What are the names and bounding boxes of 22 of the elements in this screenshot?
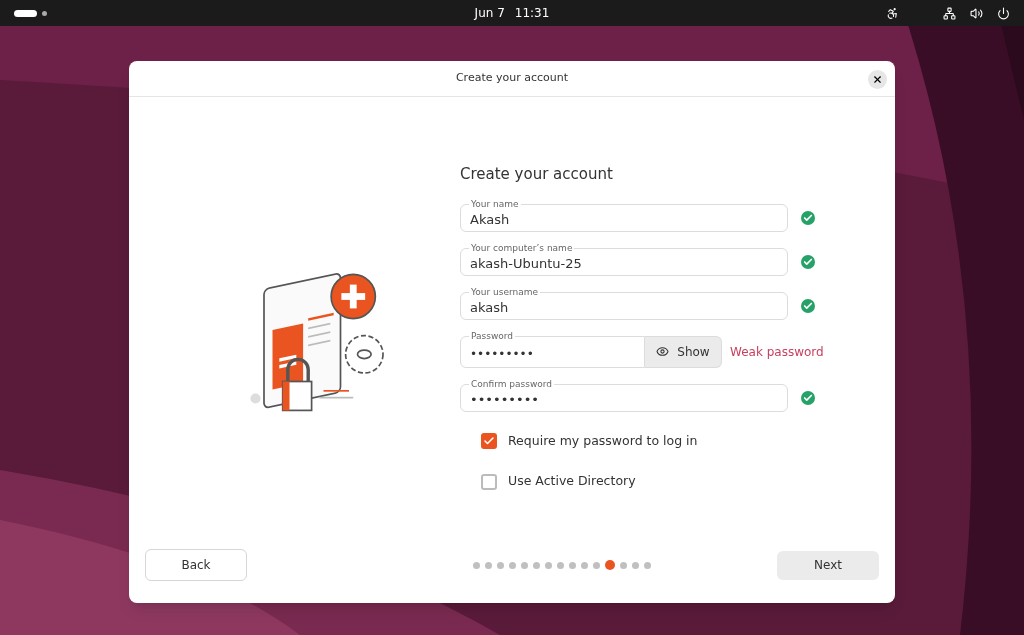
next-button[interactable]: Next: [777, 550, 879, 580]
password-strength: Weak password: [730, 343, 824, 361]
clock[interactable]: 11:31: [514, 4, 550, 22]
show-password-button[interactable]: Show: [645, 335, 722, 368]
close-icon: [872, 74, 883, 85]
form-heading: Create your account: [460, 164, 614, 185]
workspace-indicator[interactable]: [14, 9, 37, 17]
accessibility-icon[interactable]: [886, 6, 899, 20]
power-icon[interactable]: [997, 6, 1010, 20]
check-icon: [483, 434, 495, 447]
network-icon[interactable]: [943, 6, 956, 20]
date[interactable]: Jun 7: [474, 4, 505, 22]
close-button[interactable]: [868, 70, 887, 89]
checkbox-label: Require my password to log in: [508, 431, 698, 450]
eye-icon: [656, 345, 670, 358]
checkbox[interactable]: [481, 473, 497, 490]
checkbox-label: Use Active Directory: [508, 472, 636, 491]
workspace-indicator[interactable]: [42, 10, 47, 16]
volume-icon[interactable]: [970, 6, 983, 20]
back-button[interactable]: Back: [145, 549, 247, 581]
window-title: Create your account: [455, 70, 569, 87]
checkbox[interactable]: [481, 432, 497, 449]
